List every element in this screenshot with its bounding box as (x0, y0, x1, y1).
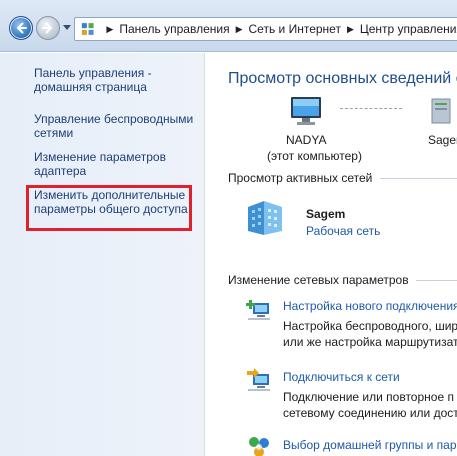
connect-to-network-description-2: сетевому соединению или дост (283, 406, 457, 420)
forward-arrow-icon (42, 22, 53, 34)
main-content: Просмотр основных сведений о NADYA (этот… (206, 53, 457, 456)
recent-pages-dropdown[interactable] (63, 25, 71, 30)
computer-name: NADYA (286, 133, 327, 147)
connect-to-network-link[interactable]: Подключиться к сети (283, 370, 400, 384)
new-connection-icon (246, 300, 270, 320)
control-panel-home-link[interactable]: Панель управления - домашняя страница (34, 66, 202, 94)
setup-new-connection-description-2: или же настройка маршрутизат (283, 335, 457, 349)
section-divider (380, 178, 457, 179)
breadcrumb-network-internet[interactable]: Сеть и Интернет (249, 22, 341, 36)
homegroup-icon (249, 437, 269, 456)
choose-homegroup-link[interactable]: Выбор домашней группы и пар (283, 438, 457, 452)
chevron-right-icon[interactable]: ▶ (106, 24, 113, 35)
manage-wireless-networks-link[interactable]: Управление беспроводными сетями (34, 112, 202, 140)
back-button[interactable] (9, 16, 33, 40)
chevron-right-icon[interactable]: ▶ (347, 24, 354, 35)
forward-button[interactable] (36, 16, 60, 40)
connect-to-network-description: Подключение или повторное п (283, 390, 454, 404)
setup-new-connection-link[interactable]: Настройка нового подключения (283, 299, 457, 313)
connect-network-icon (247, 368, 270, 391)
breadcrumb-network-center[interactable]: Центр управления (360, 22, 457, 36)
network-building-icon (248, 201, 282, 235)
task-pane: Панель управления - домашняя страница Уп… (0, 53, 205, 456)
chevron-right-icon[interactable]: ▶ (236, 24, 243, 35)
page-title: Просмотр основных сведений о (228, 70, 457, 87)
control-panel-icon (81, 23, 94, 35)
active-networks-heading: Просмотр активных сетей (228, 171, 373, 185)
router-name: Sagem (428, 133, 457, 147)
active-network-name: Sagem (306, 207, 346, 221)
connection-line (340, 108, 402, 109)
section-divider (416, 280, 457, 281)
highlight-annotation (26, 185, 192, 231)
back-arrow-icon (16, 22, 27, 34)
setup-new-connection-description: Настройка беспроводного, шир (283, 319, 457, 333)
network-type-link[interactable]: Рабочая сеть (306, 224, 380, 238)
address-bar[interactable]: ▶ Панель управления ▶ Сеть и Интернет ▶ … (74, 17, 457, 41)
breadcrumb-control-panel[interactable]: Панель управления (119, 22, 229, 36)
navigation-bar: ▶ Панель управления ▶ Сеть и Интернет ▶ … (0, 0, 457, 52)
computer-subtitle: (этот компьютер) (267, 149, 362, 163)
change-adapter-settings-link[interactable]: Изменение параметров адаптера (34, 150, 202, 178)
computer-icon (291, 97, 321, 125)
change-settings-heading: Изменение сетевых параметров (228, 273, 409, 287)
router-icon (431, 98, 451, 124)
